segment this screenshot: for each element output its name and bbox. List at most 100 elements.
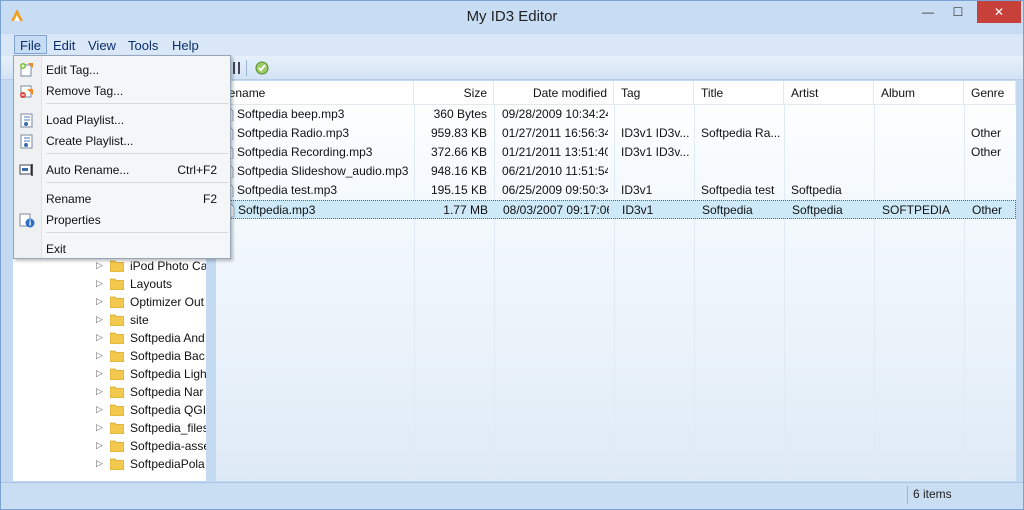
column-header-filename[interactable]: lename bbox=[216, 81, 414, 105]
menu-item-shortcut: Ctrl+F2 bbox=[177, 163, 217, 177]
menu-separator bbox=[46, 153, 228, 154]
menu-item-shortcut: F2 bbox=[202, 192, 217, 206]
settings-check-icon[interactable] bbox=[253, 59, 271, 77]
expand-arrow-icon[interactable]: ▷ bbox=[96, 260, 103, 271]
column-header-artist[interactable]: Artist bbox=[784, 81, 874, 105]
menu-item-label: Remove Tag... bbox=[46, 84, 124, 98]
menu-help[interactable]: Help bbox=[167, 36, 204, 55]
expand-arrow-icon[interactable]: ▷ bbox=[96, 404, 103, 415]
expand-arrow-icon[interactable]: ▷ bbox=[96, 458, 103, 469]
tree-item[interactable]: ▷ SoftpediaPola bbox=[13, 455, 206, 473]
tree-item[interactable]: ▷ site bbox=[13, 311, 206, 329]
column-header-date[interactable]: Date modified bbox=[494, 81, 614, 105]
cell-title: Softpedia Ra... bbox=[701, 126, 781, 140]
file-row[interactable]: Softpedia Radio.mp3 959.83 KB 01/27/2011 1… bbox=[216, 124, 1016, 143]
menu-item-edit-tag[interactable]: Edit Tag... bbox=[14, 60, 230, 80]
minimize-button[interactable]: — bbox=[913, 1, 943, 23]
expand-arrow-icon[interactable]: ▷ bbox=[96, 296, 103, 307]
menu-item-label: Load Playlist... bbox=[46, 113, 125, 127]
menu-item-label: Properties bbox=[46, 213, 101, 227]
folder-icon bbox=[110, 296, 124, 308]
auto-rename-icon bbox=[19, 164, 33, 176]
cell-size: 959.83 KB bbox=[430, 126, 487, 140]
expand-arrow-icon[interactable]: ▷ bbox=[96, 440, 103, 451]
menu-item-exit[interactable]: Exit bbox=[14, 239, 230, 259]
close-button[interactable]: ✕ bbox=[977, 1, 1021, 23]
tree-item[interactable]: ▷ Softpedia Bac bbox=[13, 347, 206, 365]
tree-item-label: Softpedia Ligh bbox=[130, 367, 206, 381]
cell-size: 1.77 MB bbox=[443, 203, 488, 217]
column-header-tag[interactable]: Tag bbox=[614, 81, 694, 105]
tree-item-label: Softpedia-asse bbox=[130, 439, 206, 453]
tree-item[interactable]: ▷ iPod Photo Ca bbox=[13, 257, 206, 275]
file-row[interactable]: Softpedia beep.mp3 360 Bytes 09/28/2009 10… bbox=[216, 105, 1016, 124]
menu-bar: File Edit View Tools Help bbox=[1, 34, 1023, 56]
tree-item[interactable]: ▷ Softpedia-asse bbox=[13, 437, 206, 455]
cell-date: 01/21/2011 13:51:40 bbox=[502, 145, 608, 159]
folder-icon bbox=[110, 404, 124, 416]
menu-tools[interactable]: Tools bbox=[123, 36, 163, 55]
folder-icon bbox=[110, 386, 124, 398]
menu-item-load-playlist[interactable]: Load Playlist... bbox=[14, 110, 230, 130]
tree-item[interactable]: ▷ Optimizer Out bbox=[13, 293, 206, 311]
tree-item-label: Layouts bbox=[130, 277, 173, 291]
column-header-title[interactable]: Title bbox=[694, 81, 784, 105]
cell-date: 06/21/2010 11:51:54 bbox=[502, 164, 608, 178]
tree-item-label: SoftpediaPola bbox=[130, 457, 205, 471]
expand-arrow-icon[interactable]: ▷ bbox=[96, 278, 103, 289]
tree-item[interactable]: ▷ Softpedia And bbox=[13, 329, 206, 347]
folder-icon bbox=[110, 314, 124, 326]
expand-arrow-icon[interactable]: ▷ bbox=[96, 314, 103, 325]
cell-size: 360 Bytes bbox=[433, 107, 487, 121]
cell-size: 372.66 KB bbox=[430, 145, 487, 159]
column-header-album[interactable]: Album bbox=[874, 81, 964, 105]
list-header: lename Size Date modified Tag Title Arti… bbox=[216, 81, 1016, 105]
menu-item-label: Exit bbox=[46, 242, 67, 256]
folder-icon bbox=[110, 368, 124, 380]
expand-arrow-icon[interactable]: ▷ bbox=[96, 368, 103, 379]
tree-item[interactable]: ▷ Softpedia QGI bbox=[13, 401, 206, 419]
menu-item-label: Rename bbox=[46, 192, 92, 206]
tree-item[interactable]: ▷ Layouts bbox=[13, 275, 206, 293]
title-bar: My ID3 Editor — ☐ ✕ bbox=[1, 1, 1023, 33]
menu-item-remove-tag[interactable]: Remove Tag... bbox=[14, 81, 230, 101]
file-row[interactable]: Softpedia Recording.mp3 372.66 KB 01/21/20… bbox=[216, 143, 1016, 162]
maximize-button[interactable]: ☐ bbox=[943, 1, 973, 23]
properties-icon bbox=[19, 213, 35, 228]
column-header-size[interactable]: Size bbox=[414, 81, 494, 105]
menu-view[interactable]: View bbox=[83, 36, 121, 55]
expand-arrow-icon[interactable]: ▷ bbox=[96, 386, 103, 397]
menu-item-properties[interactable]: Properties bbox=[14, 210, 230, 230]
cell-genre: Other bbox=[972, 203, 1003, 217]
expand-arrow-icon[interactable]: ▷ bbox=[96, 332, 103, 343]
file-row[interactable]: Softpedia.mp3 1.77 MB 08/03/2007 09:17:06 I… bbox=[216, 200, 1016, 219]
cell-name: Softpedia test.mp3 bbox=[237, 183, 338, 197]
menu-item-rename[interactable]: Rename F2 bbox=[14, 189, 230, 209]
remove-tag-icon bbox=[20, 85, 33, 98]
cell-name: Softpedia Radio.mp3 bbox=[237, 126, 350, 140]
cell-tag: ID3v1 bbox=[621, 183, 653, 197]
folder-icon bbox=[110, 332, 124, 344]
tree-item[interactable]: ▷ Softpedia Nar bbox=[13, 383, 206, 401]
menu-item-create-playlist[interactable]: Create Playlist... bbox=[14, 131, 230, 151]
window-title: My ID3 Editor bbox=[466, 8, 558, 25]
tree-item[interactable]: ▷ Softpedia_files bbox=[13, 419, 206, 437]
tree-item-label: Softpedia And bbox=[130, 331, 205, 345]
tree-item-label: Softpedia Bac bbox=[130, 349, 205, 363]
status-separator bbox=[907, 486, 908, 504]
cell-date: 08/03/2007 09:17:06 bbox=[503, 203, 609, 217]
expand-arrow-icon[interactable]: ▷ bbox=[96, 350, 103, 361]
menu-item-auto-rename[interactable]: Auto Rename... Ctrl+F2 bbox=[14, 160, 230, 180]
menu-separator bbox=[46, 232, 228, 233]
column-header-genre[interactable]: Genre bbox=[964, 81, 1016, 105]
expand-arrow-icon[interactable]: ▷ bbox=[96, 422, 103, 433]
file-row[interactable]: Softpedia test.mp3 195.15 KB 06/25/2009 09… bbox=[216, 181, 1016, 200]
tree-item[interactable]: ▷ Softpedia Ligh bbox=[13, 365, 206, 383]
cell-date: 01/27/2011 16:56:34 bbox=[502, 126, 608, 140]
create-playlist-icon bbox=[20, 134, 33, 149]
menu-edit[interactable]: Edit bbox=[48, 36, 80, 55]
column-icon[interactable] bbox=[229, 59, 247, 77]
file-row[interactable]: Softpedia Slideshow_audio.mp3 948.16 KB 06… bbox=[216, 162, 1016, 181]
menu-file[interactable]: File bbox=[14, 35, 47, 54]
cell-genre: Other bbox=[971, 145, 1002, 159]
